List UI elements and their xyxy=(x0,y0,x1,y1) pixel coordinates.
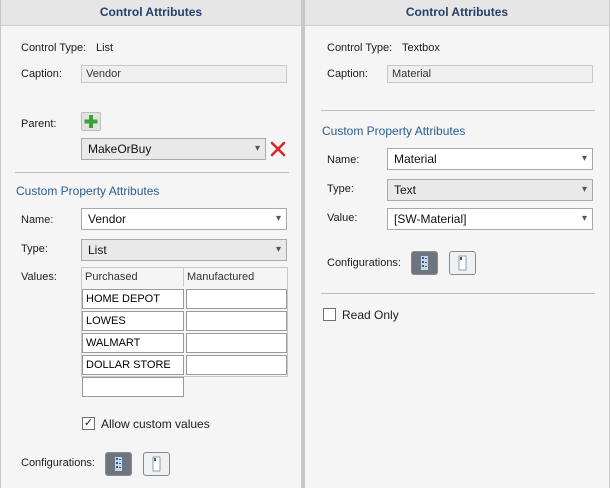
allow-custom-values-checkbox[interactable]: ✓ xyxy=(82,417,95,430)
add-parent-button[interactable] xyxy=(81,112,101,131)
control-type-value: Textbox xyxy=(402,42,440,54)
list-icon xyxy=(421,256,428,270)
control-type-label: Control Type: xyxy=(21,42,87,54)
control-type-value: List xyxy=(96,42,114,54)
column-header-manufactured[interactable]: Manufactured xyxy=(184,268,287,286)
left-panel: Control Attributes Control Type: List Ca… xyxy=(0,0,302,488)
caption-field[interactable]: Vendor xyxy=(81,65,287,83)
configurations-label: Configurations: xyxy=(21,457,95,469)
value-dropdown[interactable]: [SW-Material] ▾ xyxy=(387,208,593,230)
purchased-cell[interactable]: WALMART xyxy=(82,333,184,353)
configurations-specific-button[interactable] xyxy=(143,452,170,476)
purchased-cell[interactable]: DOLLAR STORE xyxy=(82,355,184,375)
divider xyxy=(321,110,595,111)
configurations-specific-button[interactable] xyxy=(449,251,476,275)
chevron-down-icon: ▾ xyxy=(275,244,281,255)
values-label: Values: xyxy=(21,271,57,283)
allow-custom-values-label: Allow custom values xyxy=(101,417,210,431)
close-icon xyxy=(270,141,286,157)
caption-field[interactable]: Material xyxy=(387,65,593,83)
caption-label: Caption: xyxy=(327,68,368,80)
caption-label: Caption: xyxy=(21,68,62,80)
plus-icon xyxy=(84,115,98,128)
read-only-label: Read Only xyxy=(342,308,399,322)
configurations-all-button[interactable] xyxy=(411,251,438,275)
remove-parent-button[interactable] xyxy=(269,140,287,158)
chevron-down-icon: ▾ xyxy=(581,153,587,164)
purchased-cell[interactable]: HOME DEPOT xyxy=(82,289,184,309)
type-dropdown-value: List xyxy=(88,243,107,257)
manufactured-cell[interactable] xyxy=(186,355,287,375)
chevron-down-icon: ▾ xyxy=(275,213,281,224)
value-dropdown-value: [SW-Material] xyxy=(394,212,467,226)
name-label: Name: xyxy=(21,214,54,226)
value-label: Value: xyxy=(327,212,358,224)
type-dropdown-value: Text xyxy=(394,183,417,197)
panel-header: Control Attributes xyxy=(305,0,609,26)
purchased-cell-new[interactable] xyxy=(82,377,184,397)
type-label: Type: xyxy=(327,183,354,195)
chevron-down-icon: ▾ xyxy=(581,213,587,224)
panel-header: Control Attributes xyxy=(1,0,301,26)
parent-label: Parent: xyxy=(21,118,57,130)
check-icon: ✓ xyxy=(83,417,94,429)
flag-icon xyxy=(152,456,161,472)
purchased-cell[interactable]: LOWES xyxy=(82,311,184,331)
chevron-down-icon: ▾ xyxy=(254,143,260,154)
control-type-label: Control Type: xyxy=(327,42,393,54)
list-icon xyxy=(115,457,122,471)
column-header-purchased[interactable]: Purchased xyxy=(82,268,184,286)
type-dropdown[interactable]: Text ▾ xyxy=(387,179,593,201)
configurations-label: Configurations: xyxy=(327,257,401,269)
type-label: Type: xyxy=(21,243,48,255)
configurations-all-button[interactable] xyxy=(105,452,132,476)
manufactured-cell[interactable] xyxy=(186,333,287,353)
divider xyxy=(321,293,595,294)
type-dropdown[interactable]: List ▾ xyxy=(81,239,287,261)
name-label: Name: xyxy=(327,154,360,166)
parent-dropdown[interactable]: MakeOrBuy ▾ xyxy=(81,138,266,160)
name-dropdown[interactable]: Vendor ▾ xyxy=(81,208,287,230)
custom-property-section-title: Custom Property Attributes xyxy=(322,124,466,138)
name-dropdown[interactable]: Material ▾ xyxy=(387,148,593,170)
manufactured-cell[interactable] xyxy=(186,289,287,309)
divider xyxy=(15,172,289,173)
name-dropdown-value: Vendor xyxy=(88,212,127,226)
parent-dropdown-value: MakeOrBuy xyxy=(88,142,152,156)
manufactured-cell[interactable] xyxy=(186,311,287,331)
custom-property-section-title: Custom Property Attributes xyxy=(16,184,160,198)
flag-icon xyxy=(458,255,467,271)
name-dropdown-value: Material xyxy=(394,152,437,166)
right-panel: Control Attributes Control Type: Textbox… xyxy=(304,0,610,488)
read-only-checkbox[interactable] xyxy=(323,308,336,321)
chevron-down-icon: ▾ xyxy=(581,184,587,195)
